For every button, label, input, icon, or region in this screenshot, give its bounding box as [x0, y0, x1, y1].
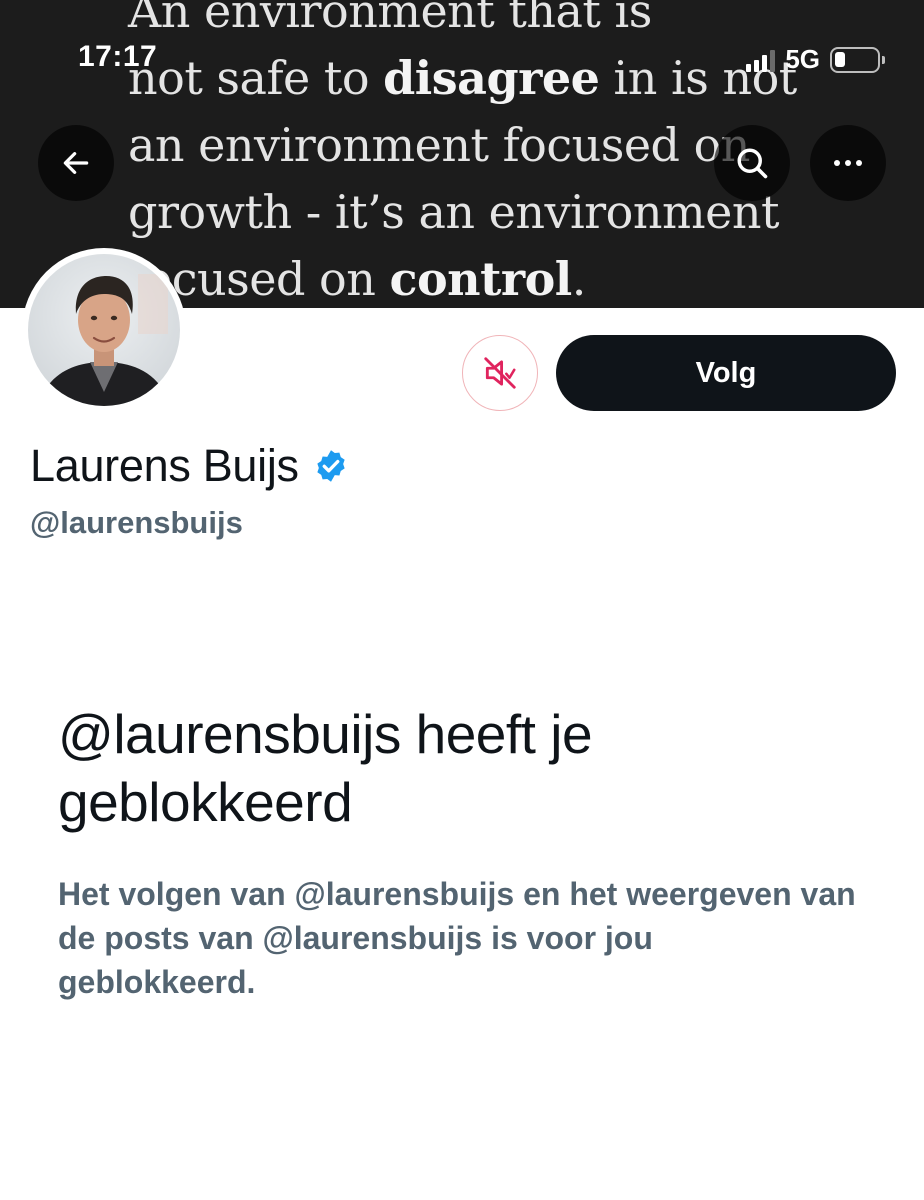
- status-indicators: 5G: [746, 44, 885, 75]
- network-label: 5G: [785, 44, 820, 74]
- banner-quote-line: An environment that is: [128, 0, 652, 38]
- blocked-title: @laurensbuijs heeft je geblokkeerd: [58, 703, 593, 833]
- display-name: Laurens Buijs: [30, 440, 299, 491]
- banner-quote-line: focused on control.: [128, 252, 586, 306]
- status-time: 17:17: [78, 40, 158, 73]
- banner-quote-line: growth - it’s an environment: [128, 185, 779, 239]
- banner-quote-line: not safe to disagree in is not: [128, 51, 797, 105]
- verified-badge-icon[interactable]: [313, 448, 349, 484]
- search-icon: [737, 148, 768, 179]
- follow-button[interactable]: Volg: [556, 335, 896, 411]
- arrow-left-icon: [63, 152, 89, 174]
- blocked-description: Het volgen van @laurensbuijs en het weer…: [58, 876, 856, 1000]
- search-button[interactable]: [714, 125, 790, 201]
- profile-photo: [28, 254, 180, 406]
- battery-icon: [830, 46, 885, 73]
- more-dots-icon: [834, 160, 862, 166]
- more-button[interactable]: [810, 125, 886, 201]
- signal-icon: [746, 48, 776, 72]
- unmute-button[interactable]: [462, 335, 538, 411]
- muted-speaker-icon: [484, 357, 516, 389]
- back-button[interactable]: [38, 125, 114, 201]
- display-name-row: Laurens Buijs: [30, 440, 349, 492]
- profile-handle: @laurensbuijs: [30, 505, 243, 540]
- avatar[interactable]: [22, 248, 186, 412]
